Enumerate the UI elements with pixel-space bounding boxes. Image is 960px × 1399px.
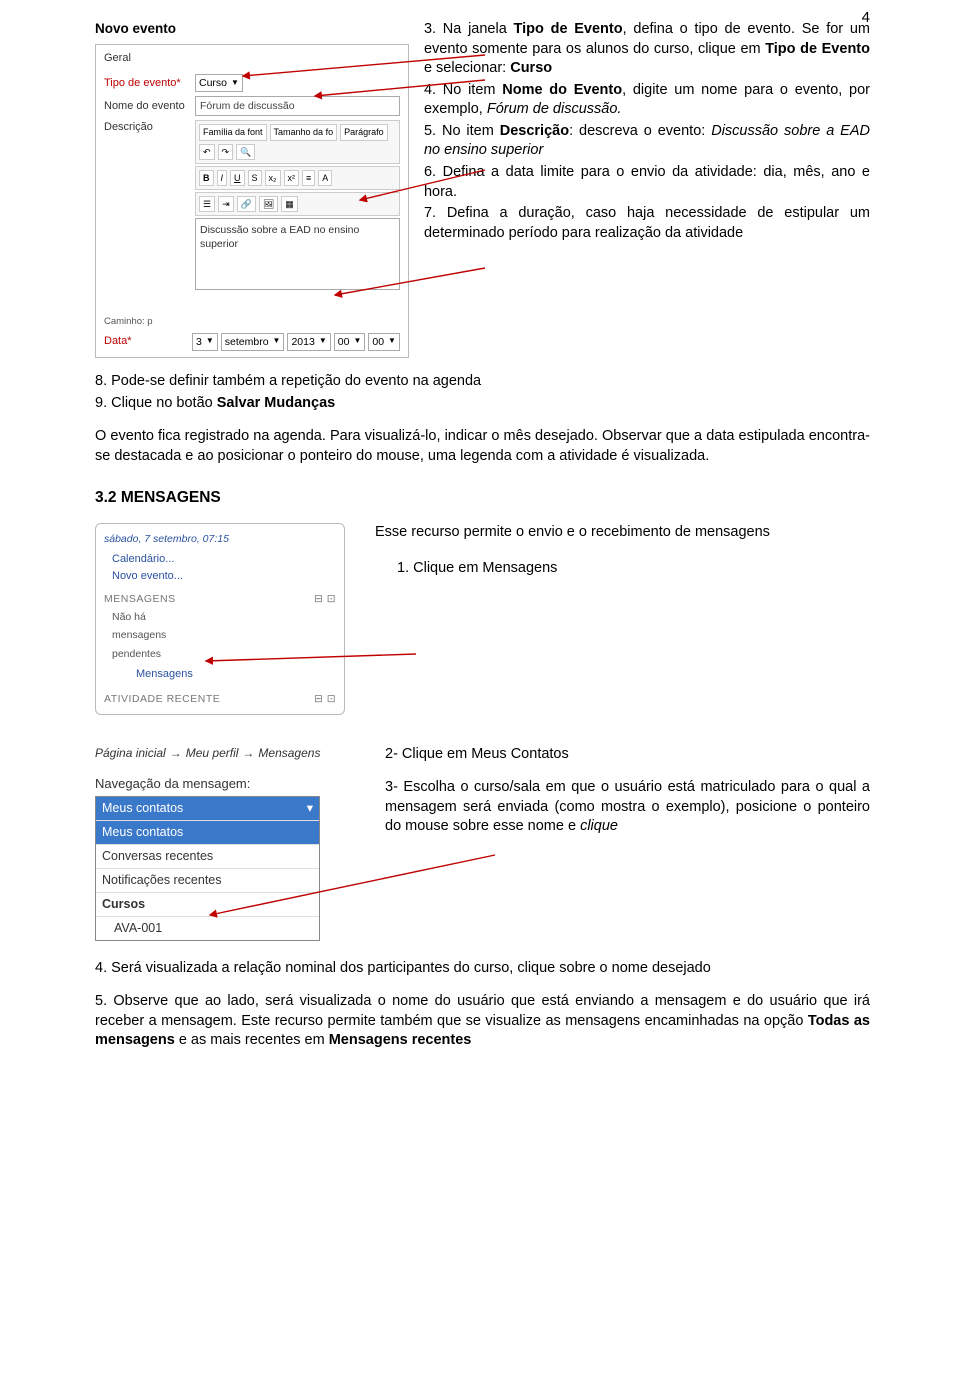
chevron-down-icon: ▼ xyxy=(388,336,396,347)
min-value: 00 xyxy=(372,335,384,349)
mid-text-col: Esse recurso permite o envio e o recebim… xyxy=(375,523,870,715)
section-heading: 3.2 MENSAGENS xyxy=(95,488,870,509)
data-label: Data* xyxy=(104,334,189,349)
day-value: 3 xyxy=(196,335,202,349)
arrow-annotation-icon xyxy=(95,745,515,945)
paragraph-result: O evento fica registrado na agenda. Para… xyxy=(95,427,870,466)
final-p2: 5. Observe que ao lado, será visualizada… xyxy=(95,992,870,1051)
top-section: Novo evento Geral Tipo de evento* Curso▼… xyxy=(95,20,870,358)
year-value: 2013 xyxy=(291,335,314,349)
hour-value: 00 xyxy=(338,335,350,349)
chevron-down-icon: ▼ xyxy=(353,336,361,347)
figure-nav-message: Página inicial→Meu perfil→Mensagens Nave… xyxy=(95,745,355,941)
mid-section: sábado, 7 setembro, 07:15 Calendário... … xyxy=(95,523,870,715)
bottom-section: Página inicial→Meu perfil→Mensagens Nave… xyxy=(95,745,870,941)
hour-select[interactable]: 00▼ xyxy=(334,333,366,351)
chevron-down-icon: ▼ xyxy=(319,336,327,347)
figure-new-event: Novo evento Geral Tipo de evento* Curso▼… xyxy=(95,20,409,358)
month-select[interactable]: setembro ▼ xyxy=(221,333,285,351)
figure-messages-block: sábado, 7 setembro, 07:15 Calendário... … xyxy=(95,523,345,715)
chevron-down-icon: ▼ xyxy=(206,336,214,347)
day-select[interactable]: 3▼ xyxy=(192,333,218,351)
month-value: setembro xyxy=(225,335,269,349)
arrow-annotation-icon xyxy=(95,20,515,330)
mid-text-2: 1. Clique em Mensagens xyxy=(397,559,870,579)
page-number: 4 xyxy=(862,8,870,28)
year-select[interactable]: 2013 ▼ xyxy=(287,333,330,351)
mid-text-1: Esse recurso permite o envio e o recebim… xyxy=(375,523,870,543)
step-9: 9. Clique no botão Salvar Mudanças xyxy=(95,394,870,414)
arrow-annotation-icon xyxy=(96,524,436,704)
chevron-down-icon: ▼ xyxy=(273,336,281,347)
final-p1: 4. Será visualizada a relação nominal do… xyxy=(95,959,870,979)
min-select[interactable]: 00 ▼ xyxy=(368,333,400,351)
step-8: 8. Pode-se definir também a repetição do… xyxy=(95,372,870,392)
